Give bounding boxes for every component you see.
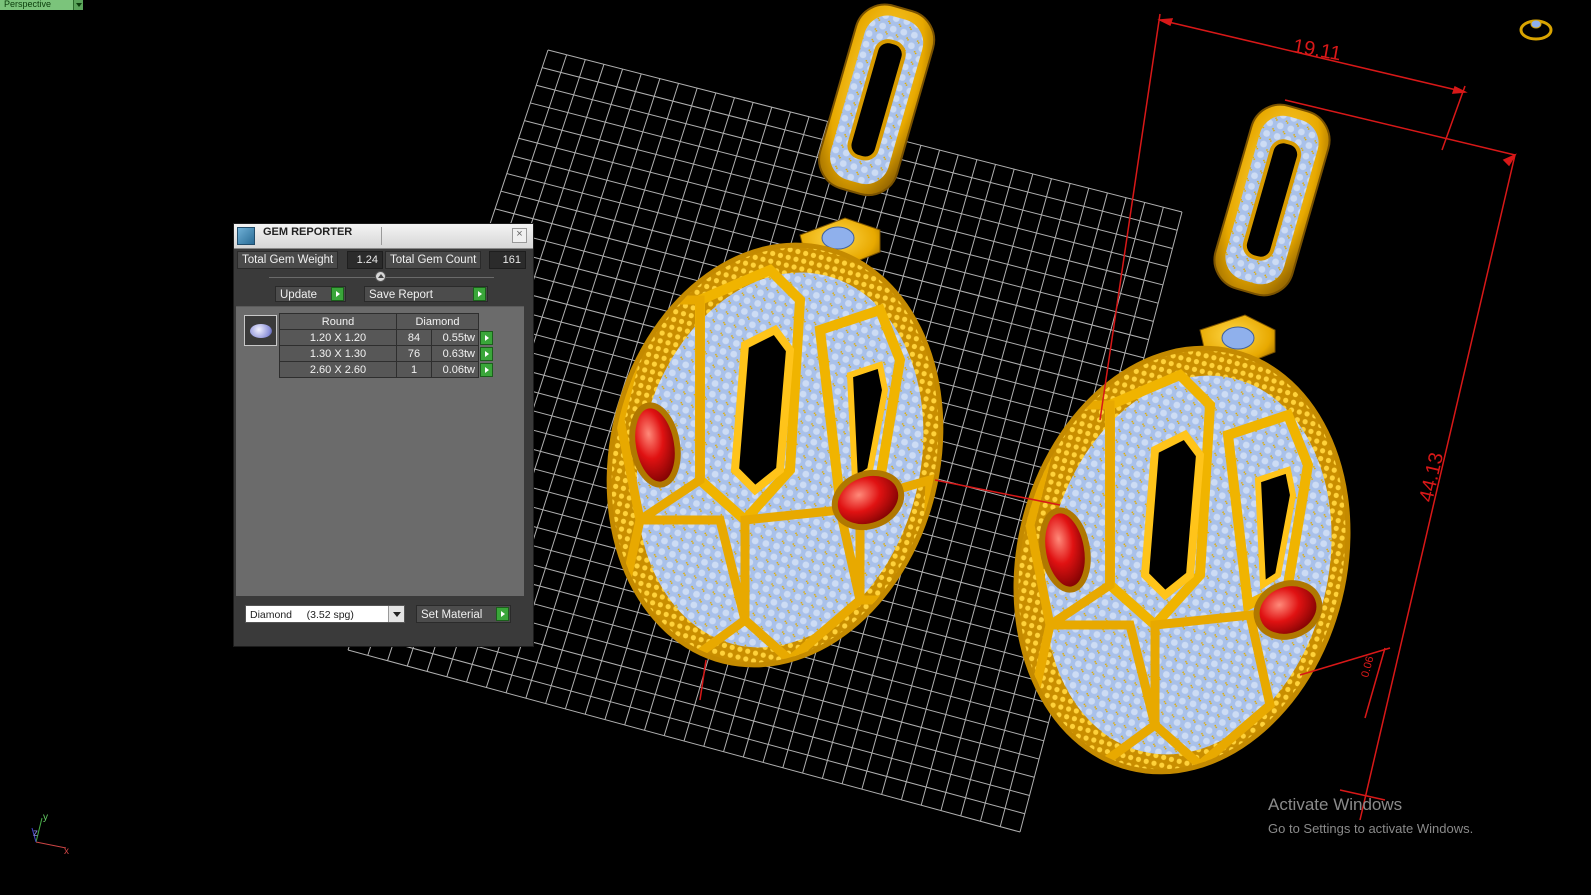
play-arrow-icon[interactable] xyxy=(496,607,509,621)
total-gem-count-value: 161 xyxy=(489,251,526,269)
panel-titlebar[interactable]: GEM REPORTER × xyxy=(234,224,533,249)
shape-header: Round xyxy=(279,313,397,330)
gem-count: 76 xyxy=(396,345,432,362)
svg-text:x: x xyxy=(64,846,69,857)
gem-weight: 0.55tw xyxy=(431,329,479,346)
grid-line xyxy=(347,649,1021,833)
dimension-depth-label: 0.06 xyxy=(1359,655,1376,679)
gem-weight: 0.06tw xyxy=(431,361,479,378)
play-arrow-icon[interactable] xyxy=(331,287,344,301)
earring-left[interactable] xyxy=(563,0,987,704)
view-cube-icon[interactable] xyxy=(1519,19,1553,41)
chevron-down-icon[interactable] xyxy=(73,0,83,10)
axis-triad-icon: x y z xyxy=(31,812,69,857)
svg-text:y: y xyxy=(43,812,48,823)
gem-reporter-panel: GEM REPORTER × Total Gem Weight 1.24 Tot… xyxy=(233,223,534,647)
gem-reporter-icon xyxy=(237,227,255,245)
round-gem-icon xyxy=(244,315,277,346)
total-gem-weight-label: Total Gem Weight xyxy=(237,251,339,269)
total-gem-weight-value: 1.24 xyxy=(347,251,383,269)
set-material-label: Set Material xyxy=(421,609,483,621)
chevron-down-icon[interactable] xyxy=(388,606,404,622)
panel-title: GEM REPORTER xyxy=(263,226,353,238)
total-gem-count-label: Total Gem Count xyxy=(385,251,482,269)
material-header: Diamond xyxy=(396,313,479,330)
title-divider xyxy=(381,227,382,245)
save-report-label: Save Report xyxy=(369,289,433,301)
material-select[interactable]: Diamond (3.52 spg) xyxy=(245,605,405,623)
gem-count: 1 xyxy=(396,361,432,378)
table-row[interactable]: 2.60 X 2.60 1 0.06tw xyxy=(279,361,495,378)
dimension-height-label: 44.13 xyxy=(1415,450,1448,504)
svg-text:z: z xyxy=(33,828,38,839)
material-select-value: Diamond (3.52 spg) xyxy=(250,609,354,621)
table-row[interactable]: 1.20 X 1.20 84 0.55tw xyxy=(279,329,495,346)
gem-table-area: Round Diamond 1.20 X 1.20 84 0.55tw 1.30… xyxy=(236,306,524,597)
table-row[interactable]: 1.30 X 1.30 76 0.63tw xyxy=(279,345,495,362)
gem-size: 1.30 X 1.30 xyxy=(279,345,397,362)
table-header-row: Round Diamond xyxy=(279,313,495,330)
activate-windows-subtitle: Go to Settings to activate Windows. xyxy=(1268,821,1474,836)
collapse-toggle[interactable] xyxy=(375,271,386,282)
gem-table: Round Diamond 1.20 X 1.20 84 0.55tw 1.30… xyxy=(279,313,495,378)
gem-size: 1.20 X 1.20 xyxy=(279,329,397,346)
close-icon[interactable]: × xyxy=(512,228,527,243)
activate-windows-title: Activate Windows xyxy=(1268,795,1403,814)
grid-line xyxy=(353,631,1025,815)
play-arrow-icon[interactable] xyxy=(480,362,493,377)
play-arrow-icon[interactable] xyxy=(480,330,493,345)
gem-count: 84 xyxy=(396,329,432,346)
gem-weight: 0.63tw xyxy=(431,345,479,362)
earring-right[interactable] xyxy=(969,98,1394,811)
dimension-width-label: 19.11 xyxy=(1291,35,1343,65)
play-arrow-icon[interactable] xyxy=(480,346,493,361)
gem-size: 2.60 X 2.60 xyxy=(279,361,397,378)
save-report-button[interactable]: Save Report xyxy=(364,286,488,302)
viewport-label[interactable]: Perspective xyxy=(0,0,83,10)
update-button[interactable]: Update xyxy=(275,286,346,302)
play-arrow-icon[interactable] xyxy=(473,287,486,301)
set-material-button[interactable]: Set Material xyxy=(416,605,511,623)
update-label: Update xyxy=(280,289,318,301)
